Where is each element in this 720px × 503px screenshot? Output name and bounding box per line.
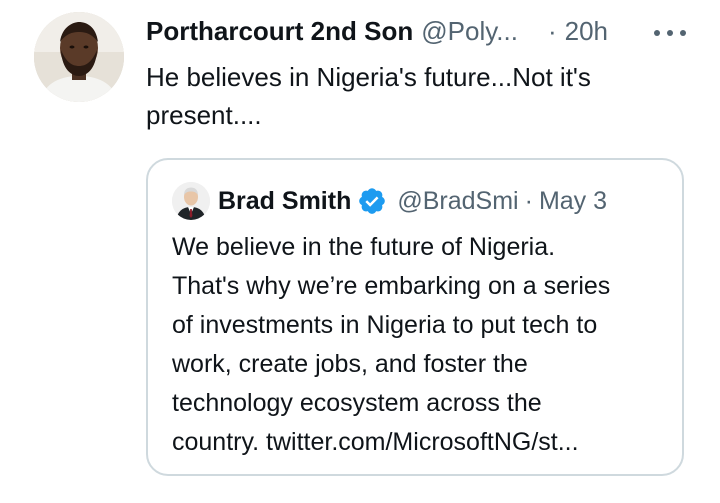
quoted-tweet-card[interactable]: Brad Smith @BradSmi · May 3 We believe i…	[146, 158, 684, 476]
quoted-text-line[interactable]: country. twitter.com/MicrosoftNG/st...	[172, 423, 672, 462]
tweet-text-line: present....	[146, 100, 262, 130]
tweet-header: Portharcourt 2nd Son @Poly... · 20h	[146, 14, 608, 48]
tweet[interactable]: Portharcourt 2nd Son @Poly... · 20h He b…	[0, 0, 720, 503]
author-avatar[interactable]	[34, 12, 124, 102]
quoted-text-line: of investments in Nigeria to put tech to	[172, 311, 598, 339]
quoted-author-avatar[interactable]	[172, 182, 210, 220]
separator-dot: ·	[524, 187, 533, 215]
author-handle[interactable]: @Poly...	[421, 14, 518, 48]
author-avatar-image	[34, 12, 124, 102]
quoted-text-line: That's why we’re embarking on a series	[172, 272, 611, 300]
separator-dot: ·	[547, 16, 557, 46]
tweet-timestamp[interactable]: 20h	[565, 14, 608, 48]
more-horizontal-icon	[654, 30, 660, 36]
quoted-tweet-header: Brad Smith @BradSmi · May 3	[218, 182, 607, 220]
quoted-author-handle[interactable]: @BradSmi	[397, 182, 518, 220]
more-horizontal-icon	[680, 30, 686, 36]
verified-badge-icon	[357, 186, 387, 216]
quoted-author-display-name[interactable]: Brad Smith	[218, 182, 351, 220]
more-options-button[interactable]	[654, 28, 686, 38]
quoted-author-avatar-image	[172, 182, 210, 220]
quoted-tweet-text: We believe in the future of Nigeria. Tha…	[172, 228, 672, 462]
quoted-text-line: We believe in the future of Nigeria.	[172, 233, 556, 261]
quoted-tweet-date[interactable]: May 3	[539, 182, 607, 220]
quoted-text-line: technology ecosystem across the	[172, 389, 542, 417]
tweet-text-line: He believes in Nigeria's future...Not it…	[146, 62, 591, 92]
author-display-name[interactable]: Portharcourt 2nd Son	[146, 14, 413, 48]
tweet-text: He believes in Nigeria's future...Not it…	[146, 58, 666, 134]
quoted-text-line: work, create jobs, and foster the	[172, 350, 528, 378]
more-horizontal-icon	[667, 30, 673, 36]
